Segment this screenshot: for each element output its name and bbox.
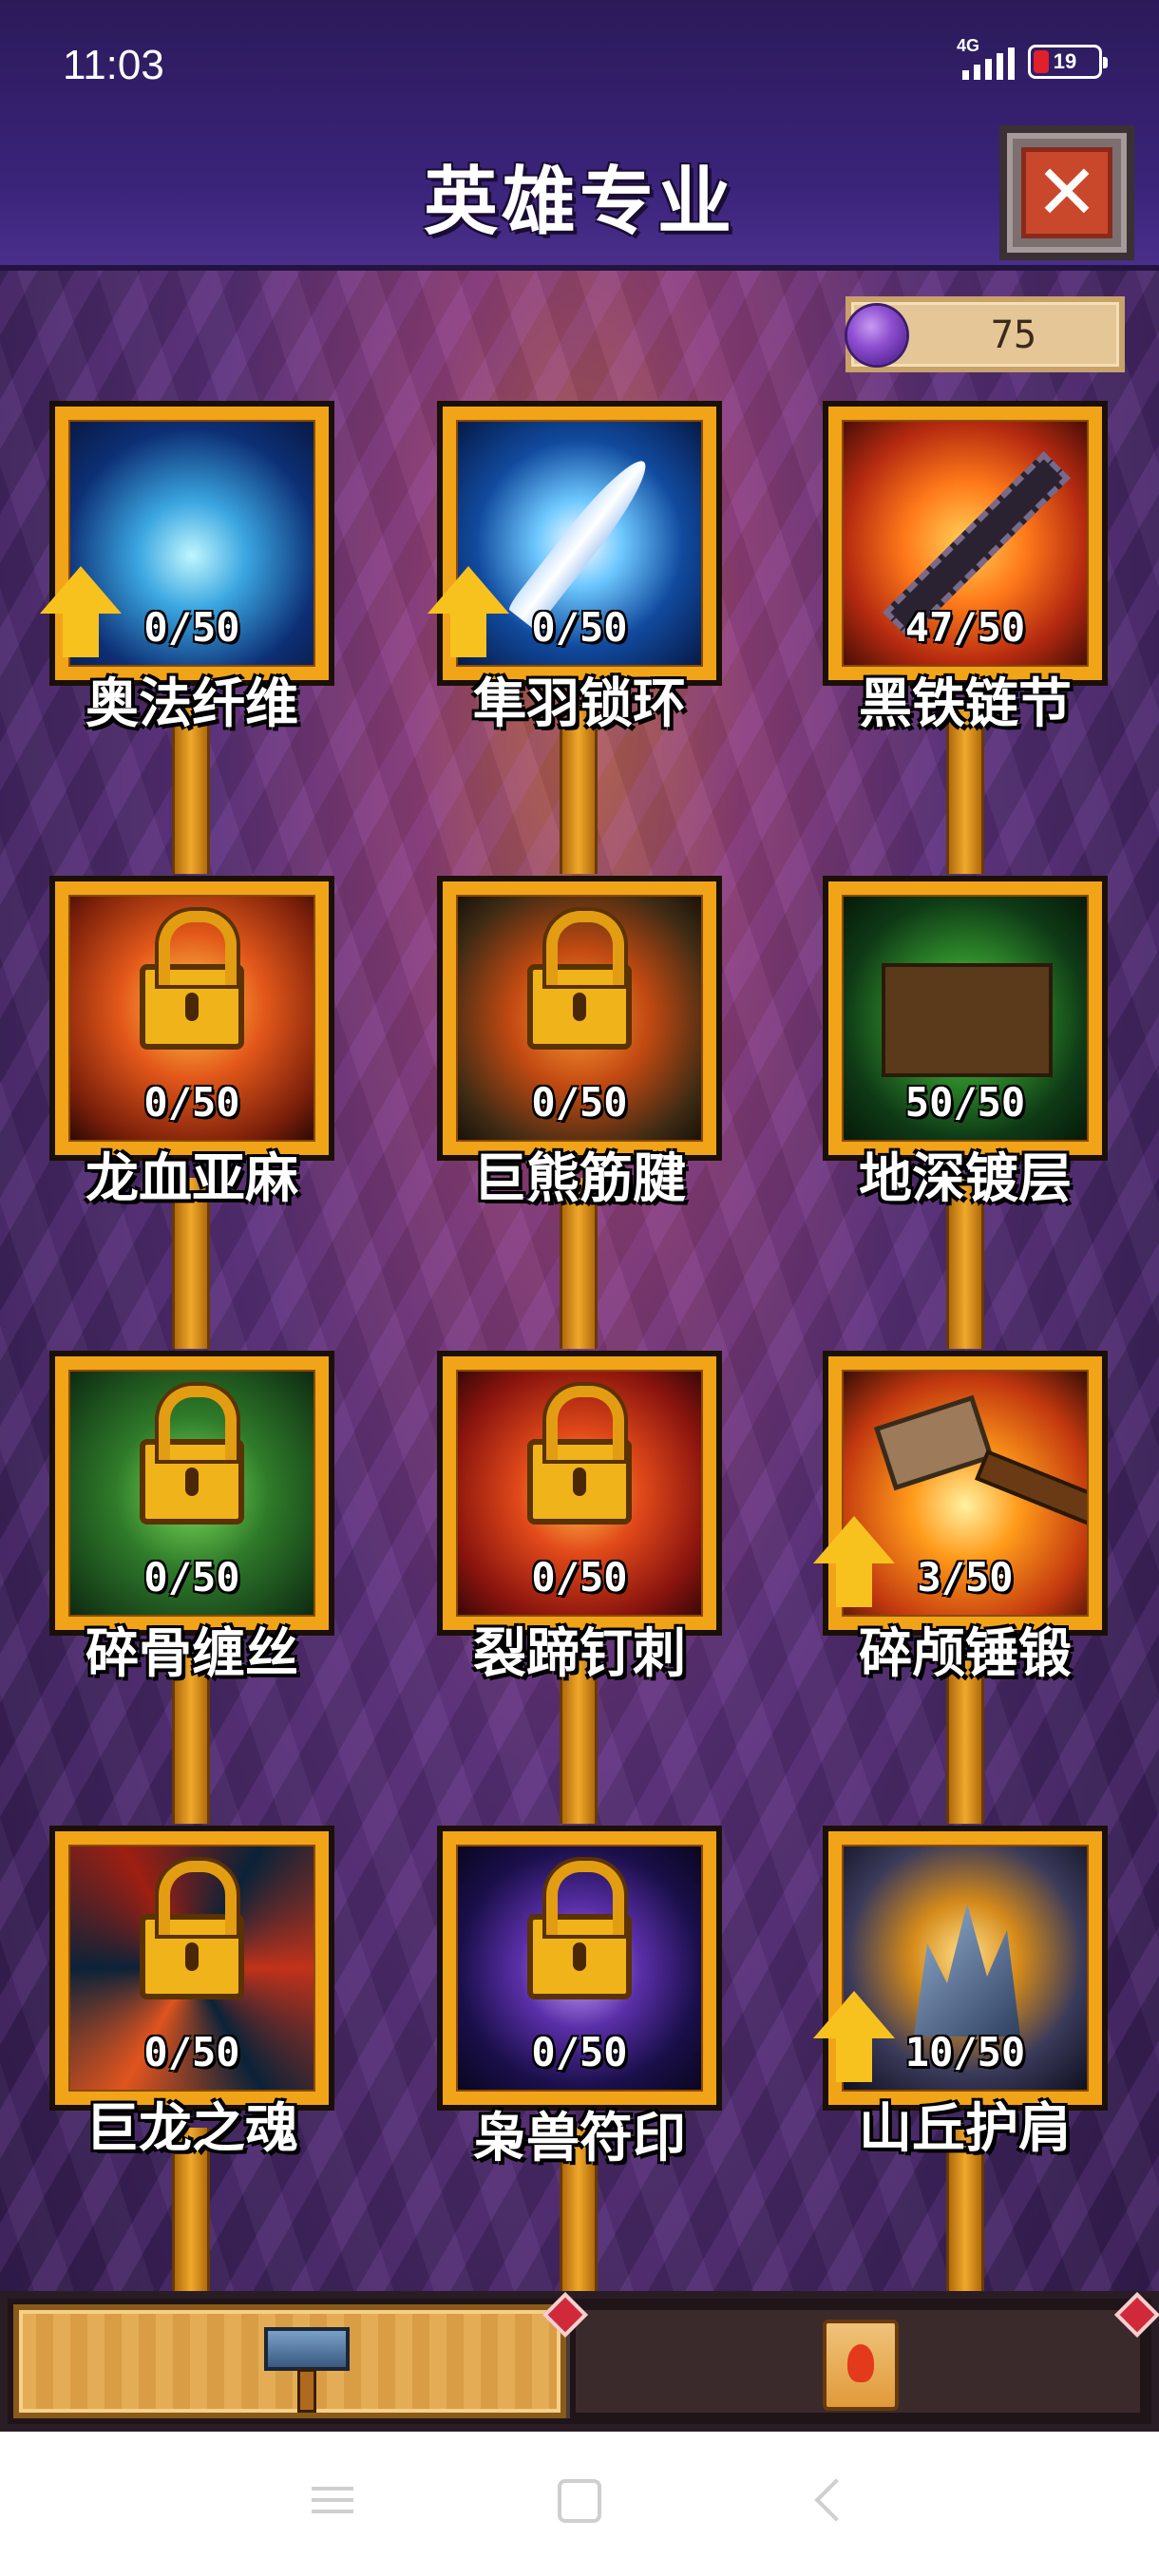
lock-icon [527, 911, 632, 1050]
skill-name: 地深镀层 [859, 1148, 1072, 1210]
skill-owlbeast-seal[interactable]: 0/50 [437, 1826, 722, 2111]
skill-deep-plating[interactable]: 50/50 [823, 876, 1108, 1161]
lock-icon [140, 911, 244, 1050]
skill-level: 0/50 [143, 1079, 240, 1126]
skill-name: 黑铁链节 [859, 673, 1072, 735]
bottom-tab-bar [0, 2291, 1159, 2432]
purple-gem-icon [847, 306, 906, 365]
skill-level: 0/50 [531, 1079, 628, 1126]
menu-icon[interactable] [304, 2479, 361, 2527]
skill-level: 0/50 [143, 2029, 240, 2075]
skill-level: 0/50 [531, 604, 628, 651]
skill-level: 10/50 [904, 2029, 1026, 2075]
skill-name: 巨龙之魂 [86, 2098, 298, 2160]
skill-bone-wire[interactable]: 0/50 [49, 1351, 334, 1636]
skill-arcane-fiber[interactable]: 0/50 [40, 401, 334, 686]
skill-level: 0/50 [531, 1554, 628, 1601]
status-time: 11:03 [63, 42, 164, 88]
skill-hill-pauldron[interactable]: 10/50 [813, 1826, 1108, 2111]
skill-black-iron-chain[interactable]: 47/50 [823, 401, 1108, 686]
close-icon: ✕ [1021, 147, 1112, 238]
app-screen: 11:03 4G 19 英雄专业 ✕ 75 0/50 奥法纤维 0/50 隼羽锁… [0, 0, 1159, 2432]
home-icon[interactable] [551, 2479, 608, 2527]
skill-level: 0/50 [143, 604, 240, 651]
skill-name: 奥法纤维 [86, 673, 298, 735]
currency-amount: 75 [990, 313, 1037, 357]
skill-level: 47/50 [904, 604, 1026, 651]
skill-name: 隼羽锁环 [473, 673, 686, 735]
lock-icon [527, 1386, 632, 1525]
system-nav-bar [0, 2432, 1159, 2576]
skill-level: 50/50 [904, 1079, 1026, 1126]
network-label: 4G [957, 36, 980, 55]
skill-name: 枭兽符印 [473, 2108, 686, 2169]
hammer-icon [264, 2318, 350, 2413]
signal-icon: 4G [957, 36, 1015, 80]
tab-scroll[interactable] [570, 2304, 1146, 2418]
lock-icon [527, 1861, 632, 1999]
skill-dragonblood-linen[interactable]: 0/50 [49, 876, 334, 1161]
scroll-icon [823, 2320, 899, 2411]
tab-hero-gear[interactable] [13, 2304, 566, 2418]
skill-level: 0/50 [531, 2029, 628, 2075]
lock-icon [140, 1386, 244, 1525]
page-title: 英雄专业 [423, 160, 735, 245]
header: 11:03 4G 19 英雄专业 ✕ [0, 0, 1159, 271]
skill-dragon-soul[interactable]: 0/50 [49, 1826, 334, 2111]
battery-icon: 19 [1028, 45, 1108, 79]
back-icon[interactable] [808, 2478, 864, 2527]
skill-falcon-feather[interactable]: 0/50 [428, 401, 722, 686]
status-icons: 4G 19 [957, 36, 1108, 80]
skill-name: 巨熊筋腱 [473, 1148, 686, 1210]
close-button[interactable]: ✕ [999, 125, 1134, 260]
skill-level: 0/50 [143, 1554, 240, 1601]
skill-name: 裂蹄钉刺 [473, 1623, 686, 1685]
skill-level: 3/50 [917, 1554, 1014, 1601]
lock-icon [140, 1861, 244, 1999]
battery-level: 19 [1053, 49, 1077, 73]
skill-name: 山丘护肩 [859, 2098, 1072, 2160]
currency-display: 75 [846, 296, 1125, 372]
skill-name: 碎骨缠丝 [86, 1623, 298, 1685]
skill-name: 碎颅锤锻 [859, 1623, 1072, 1685]
skill-bear-tendon[interactable]: 0/50 [437, 876, 722, 1161]
skill-hoof-spike[interactable]: 0/50 [437, 1351, 722, 1636]
skill-name: 龙血亚麻 [86, 1148, 298, 1210]
skill-skull-hammer[interactable]: 3/50 [813, 1351, 1108, 1636]
